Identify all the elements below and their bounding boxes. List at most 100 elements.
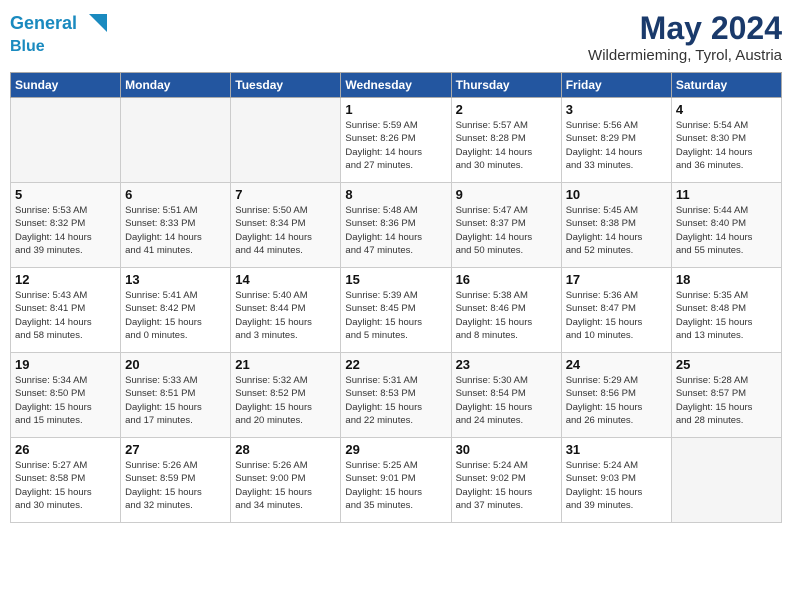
day-info: Sunrise: 5:57 AM Sunset: 8:28 PM Dayligh…	[456, 119, 557, 172]
day-info: Sunrise: 5:25 AM Sunset: 9:01 PM Dayligh…	[345, 459, 446, 512]
day-number: 12	[15, 272, 116, 287]
location-text: Wildermieming, Tyrol, Austria	[588, 47, 782, 64]
day-info: Sunrise: 5:33 AM Sunset: 8:51 PM Dayligh…	[125, 374, 226, 427]
day-number: 11	[676, 187, 777, 202]
day-info: Sunrise: 5:41 AM Sunset: 8:42 PM Dayligh…	[125, 289, 226, 342]
day-info: Sunrise: 5:53 AM Sunset: 8:32 PM Dayligh…	[15, 204, 116, 257]
day-info: Sunrise: 5:44 AM Sunset: 8:40 PM Dayligh…	[676, 204, 777, 257]
day-info: Sunrise: 5:39 AM Sunset: 8:45 PM Dayligh…	[345, 289, 446, 342]
page-header: General Blue May 2024 Wildermieming, Tyr…	[10, 10, 782, 64]
calendar-week-row: 12 Sunrise: 5:43 AM Sunset: 8:41 PM Dayli…	[11, 268, 782, 353]
day-info: Sunrise: 5:27 AM Sunset: 8:58 PM Dayligh…	[15, 459, 116, 512]
day-info: Sunrise: 5:34 AM Sunset: 8:50 PM Dayligh…	[15, 374, 116, 427]
day-number: 15	[345, 272, 446, 287]
calendar-cell: 7 Sunrise: 5:50 AM Sunset: 8:34 PM Daylig…	[231, 183, 341, 268]
calendar-week-row: 1 Sunrise: 5:59 AM Sunset: 8:26 PM Daylig…	[11, 98, 782, 183]
day-number: 1	[345, 102, 446, 117]
day-number: 14	[235, 272, 336, 287]
day-number: 25	[676, 357, 777, 372]
day-info: Sunrise: 5:50 AM Sunset: 8:34 PM Dayligh…	[235, 204, 336, 257]
calendar-cell: 3 Sunrise: 5:56 AM Sunset: 8:29 PM Daylig…	[561, 98, 671, 183]
day-number: 31	[566, 442, 667, 457]
col-header-wednesday: Wednesday	[341, 73, 451, 98]
col-header-monday: Monday	[121, 73, 231, 98]
day-number: 18	[676, 272, 777, 287]
day-number: 5	[15, 187, 116, 202]
day-info: Sunrise: 5:30 AM Sunset: 8:54 PM Dayligh…	[456, 374, 557, 427]
day-info: Sunrise: 5:51 AM Sunset: 8:33 PM Dayligh…	[125, 204, 226, 257]
calendar-cell: 10 Sunrise: 5:45 AM Sunset: 8:38 PM Dayli…	[561, 183, 671, 268]
day-number: 17	[566, 272, 667, 287]
calendar-cell: 30 Sunrise: 5:24 AM Sunset: 9:02 PM Dayli…	[451, 438, 561, 523]
calendar-header-row: SundayMondayTuesdayWednesdayThursdayFrid…	[11, 73, 782, 98]
title-block: May 2024 Wildermieming, Tyrol, Austria	[588, 10, 782, 64]
calendar-cell: 26 Sunrise: 5:27 AM Sunset: 8:58 PM Dayli…	[11, 438, 121, 523]
day-info: Sunrise: 5:26 AM Sunset: 8:59 PM Dayligh…	[125, 459, 226, 512]
day-number: 22	[345, 357, 446, 372]
calendar-cell: 1 Sunrise: 5:59 AM Sunset: 8:26 PM Daylig…	[341, 98, 451, 183]
calendar-cell: 28 Sunrise: 5:26 AM Sunset: 9:00 PM Dayli…	[231, 438, 341, 523]
day-number: 30	[456, 442, 557, 457]
calendar-cell: 17 Sunrise: 5:36 AM Sunset: 8:47 PM Dayli…	[561, 268, 671, 353]
calendar-cell: 14Sunrise: 5:40 AM Sunset: 8:44 PM Dayli…	[231, 268, 341, 353]
day-info: Sunrise: 5:36 AM Sunset: 8:47 PM Dayligh…	[566, 289, 667, 342]
calendar-cell: 31Sunrise: 5:24 AM Sunset: 9:03 PM Dayli…	[561, 438, 671, 523]
col-header-sunday: Sunday	[11, 73, 121, 98]
calendar-cell: 23 Sunrise: 5:30 AM Sunset: 8:54 PM Dayli…	[451, 353, 561, 438]
calendar-cell: 15 Sunrise: 5:39 AM Sunset: 8:45 PM Dayli…	[341, 268, 451, 353]
calendar-cell: 12 Sunrise: 5:43 AM Sunset: 8:41 PM Dayli…	[11, 268, 121, 353]
day-number: 4	[676, 102, 777, 117]
day-number: 9	[456, 187, 557, 202]
day-info: Sunrise: 5:47 AM Sunset: 8:37 PM Dayligh…	[456, 204, 557, 257]
calendar-cell: 20 Sunrise: 5:33 AM Sunset: 8:51 PM Dayli…	[121, 353, 231, 438]
calendar-cell: 8Sunrise: 5:48 AM Sunset: 8:36 PM Daylig…	[341, 183, 451, 268]
day-number: 26	[15, 442, 116, 457]
day-number: 6	[125, 187, 226, 202]
calendar-cell: 11 Sunrise: 5:44 AM Sunset: 8:40 PM Dayli…	[671, 183, 781, 268]
calendar-week-row: 26 Sunrise: 5:27 AM Sunset: 8:58 PM Dayli…	[11, 438, 782, 523]
logo-text: General	[10, 14, 77, 34]
day-info: Sunrise: 5:38 AM Sunset: 8:46 PM Dayligh…	[456, 289, 557, 342]
col-header-tuesday: Tuesday	[231, 73, 341, 98]
calendar-cell: 19 Sunrise: 5:34 AM Sunset: 8:50 PM Dayli…	[11, 353, 121, 438]
logo: General Blue	[10, 10, 107, 56]
day-number: 7	[235, 187, 336, 202]
day-number: 10	[566, 187, 667, 202]
calendar-cell: 5 Sunrise: 5:53 AM Sunset: 8:32 PM Daylig…	[11, 183, 121, 268]
col-header-thursday: Thursday	[451, 73, 561, 98]
day-info: Sunrise: 5:24 AM Sunset: 9:02 PM Dayligh…	[456, 459, 557, 512]
calendar-cell	[231, 98, 341, 183]
day-info: Sunrise: 5:59 AM Sunset: 8:26 PM Dayligh…	[345, 119, 446, 172]
day-info: Sunrise: 5:43 AM Sunset: 8:41 PM Dayligh…	[15, 289, 116, 342]
logo-line2: Blue	[10, 38, 107, 56]
calendar-cell: 18 Sunrise: 5:35 AM Sunset: 8:48 PM Dayli…	[671, 268, 781, 353]
day-number: 28	[235, 442, 336, 457]
col-header-friday: Friday	[561, 73, 671, 98]
day-number: 20	[125, 357, 226, 372]
col-header-saturday: Saturday	[671, 73, 781, 98]
day-info: Sunrise: 5:31 AM Sunset: 8:53 PM Dayligh…	[345, 374, 446, 427]
day-number: 2	[456, 102, 557, 117]
calendar-cell: 2 Sunrise: 5:57 AM Sunset: 8:28 PM Daylig…	[451, 98, 561, 183]
day-info: Sunrise: 5:26 AM Sunset: 9:00 PM Dayligh…	[235, 459, 336, 512]
day-info: Sunrise: 5:48 AM Sunset: 8:36 PM Dayligh…	[345, 204, 446, 257]
day-info: Sunrise: 5:56 AM Sunset: 8:29 PM Dayligh…	[566, 119, 667, 172]
day-info: Sunrise: 5:35 AM Sunset: 8:48 PM Dayligh…	[676, 289, 777, 342]
day-info: Sunrise: 5:45 AM Sunset: 8:38 PM Dayligh…	[566, 204, 667, 257]
month-title: May 2024	[588, 10, 782, 47]
calendar-cell: 21Sunrise: 5:32 AM Sunset: 8:52 PM Dayli…	[231, 353, 341, 438]
day-number: 16	[456, 272, 557, 287]
day-number: 24	[566, 357, 667, 372]
calendar-cell: 9 Sunrise: 5:47 AM Sunset: 8:37 PM Daylig…	[451, 183, 561, 268]
calendar-cell	[121, 98, 231, 183]
logo-icon	[79, 10, 107, 38]
calendar-week-row: 5 Sunrise: 5:53 AM Sunset: 8:32 PM Daylig…	[11, 183, 782, 268]
day-number: 23	[456, 357, 557, 372]
day-number: 27	[125, 442, 226, 457]
day-number: 13	[125, 272, 226, 287]
calendar-cell	[11, 98, 121, 183]
calendar-table: SundayMondayTuesdayWednesdayThursdayFrid…	[10, 72, 782, 523]
calendar-cell: 6 Sunrise: 5:51 AM Sunset: 8:33 PM Daylig…	[121, 183, 231, 268]
day-number: 3	[566, 102, 667, 117]
day-number: 19	[15, 357, 116, 372]
